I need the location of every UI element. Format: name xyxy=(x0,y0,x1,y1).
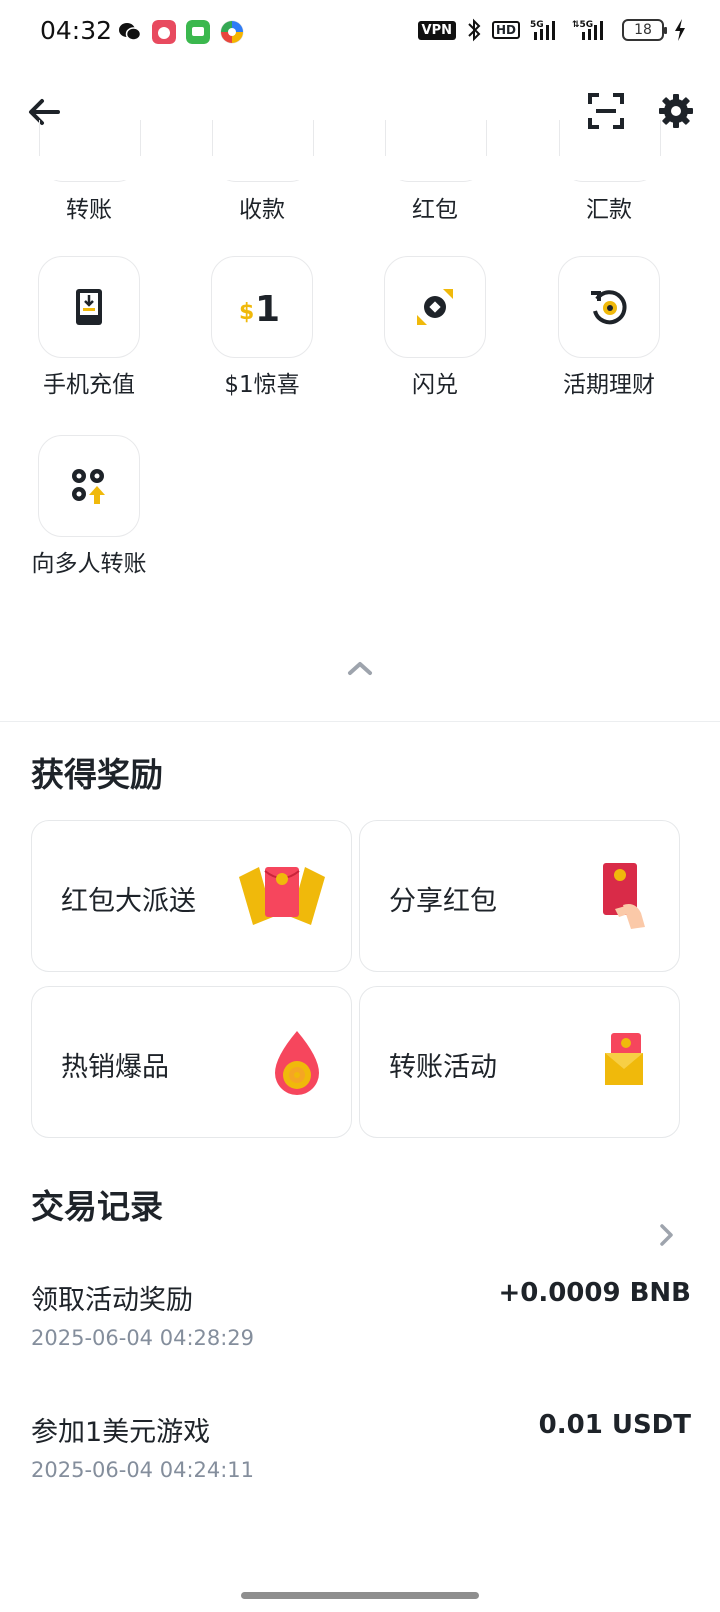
home-indicator[interactable] xyxy=(241,1592,479,1599)
chevron-right-icon[interactable] xyxy=(657,1220,677,1250)
charging-icon xyxy=(675,19,685,41)
game-app-icon xyxy=(152,20,176,44)
rewards-title: 获得奖励 xyxy=(31,755,163,794)
transaction-time: 2025-06-04 04:28:29 xyxy=(31,1326,255,1350)
notification-icons xyxy=(118,20,244,44)
reward-label: 红包大派送 xyxy=(61,886,196,917)
convert-icon xyxy=(417,289,453,325)
flexible-earn-icon xyxy=(591,290,627,325)
tool-box xyxy=(558,256,660,358)
tool-dollar-surprise[interactable]: $ 1 $1惊喜 xyxy=(192,256,332,401)
transaction-row[interactable]: 参加1美元游戏 2025-06-04 04:24:11 0.01 USDT xyxy=(31,1410,691,1490)
header-mask xyxy=(0,156,720,180)
signal-5g-icon-2: ⇅5G xyxy=(572,20,603,40)
reward-card-red-envelope-giveaway[interactable]: 红包大派送 xyxy=(31,820,352,972)
tool-label: 活期理财 xyxy=(563,372,655,398)
reward-card-transfer-campaign[interactable]: 转账活动 xyxy=(359,986,680,1138)
status-bar: 04:32 VPN HD 5G ⇅5G 18 xyxy=(0,0,720,66)
tool-label: 手机充值 xyxy=(43,372,135,398)
svg-text:1: 1 xyxy=(255,289,280,329)
transaction-title: 参加1美元游戏 xyxy=(31,1417,211,1448)
battery-indicator: 18 xyxy=(622,19,667,41)
batch-transfer-icon xyxy=(72,469,105,504)
svg-text:5G: 5G xyxy=(530,20,544,30)
reward-label: 转账活动 xyxy=(389,1052,497,1083)
bluetooth-icon xyxy=(468,18,481,42)
tool-convert[interactable]: 闪兑 xyxy=(365,256,505,401)
tool-transfer-label[interactable]: 转账 xyxy=(19,190,159,224)
tool-box: $ 1 xyxy=(211,256,313,358)
signal-5g-icon: 5G xyxy=(530,20,555,40)
dollar-one-icon: $ 1 xyxy=(239,289,280,329)
tool-box xyxy=(38,256,140,358)
tool-remit-label[interactable]: 汇款 xyxy=(539,190,679,224)
tool-label: $1惊喜 xyxy=(224,372,300,398)
reward-card-share-red-envelope[interactable]: 分享红包 xyxy=(359,820,680,972)
message-app-icon xyxy=(186,20,210,44)
chevron-up-icon[interactable] xyxy=(344,656,376,680)
tool-receive-label[interactable]: 收款 xyxy=(192,190,332,224)
tool-batch-transfer[interactable]: 向多人转账 xyxy=(19,435,159,580)
tool-box xyxy=(384,256,486,358)
hot-flame-icon xyxy=(275,1031,319,1095)
svg-text:⇅5G: ⇅5G xyxy=(572,20,593,30)
transaction-time: 2025-06-04 04:24:11 xyxy=(31,1458,255,1482)
tool-flexible-earn[interactable]: 活期理财 xyxy=(539,256,679,401)
share-red-envelope-icon xyxy=(603,863,645,929)
reward-label: 热销爆品 xyxy=(61,1052,169,1083)
reward-card-hot-products[interactable]: 热销爆品 xyxy=(31,986,352,1138)
reward-label: 分享红包 xyxy=(389,886,497,917)
wechat-icon xyxy=(119,23,142,41)
hd-badge: HD xyxy=(491,21,520,39)
section-divider xyxy=(0,721,720,722)
tool-label: 向多人转账 xyxy=(31,551,147,577)
status-time: 04:32 xyxy=(40,16,113,45)
tool-label: 闪兑 xyxy=(412,372,458,398)
vpn-badge: VPN xyxy=(417,20,456,40)
gear-icon[interactable] xyxy=(656,91,696,131)
tool-red-packet-label[interactable]: 红包 xyxy=(365,190,505,224)
phone-topup-icon xyxy=(76,289,102,325)
transaction-amount: 0.01 USDT xyxy=(538,1410,691,1440)
system-status: VPN HD 5G ⇅5G 18 xyxy=(417,18,686,42)
transaction-row[interactable]: 领取活动奖励 2025-06-04 04:28:29 +0.0009 BNB xyxy=(31,1278,691,1358)
tool-box xyxy=(38,435,140,537)
tool-mobile-topup[interactable]: 手机充值 xyxy=(19,256,159,401)
transactions-title: 交易记录 xyxy=(31,1187,163,1226)
svg-text:$: $ xyxy=(239,300,254,325)
browser-app-icon xyxy=(220,20,244,44)
transfer-envelope-icon xyxy=(605,1033,643,1085)
transaction-amount: +0.0009 BNB xyxy=(498,1278,691,1308)
red-envelopes-icon xyxy=(239,867,325,925)
transaction-title: 领取活动奖励 xyxy=(31,1285,193,1316)
